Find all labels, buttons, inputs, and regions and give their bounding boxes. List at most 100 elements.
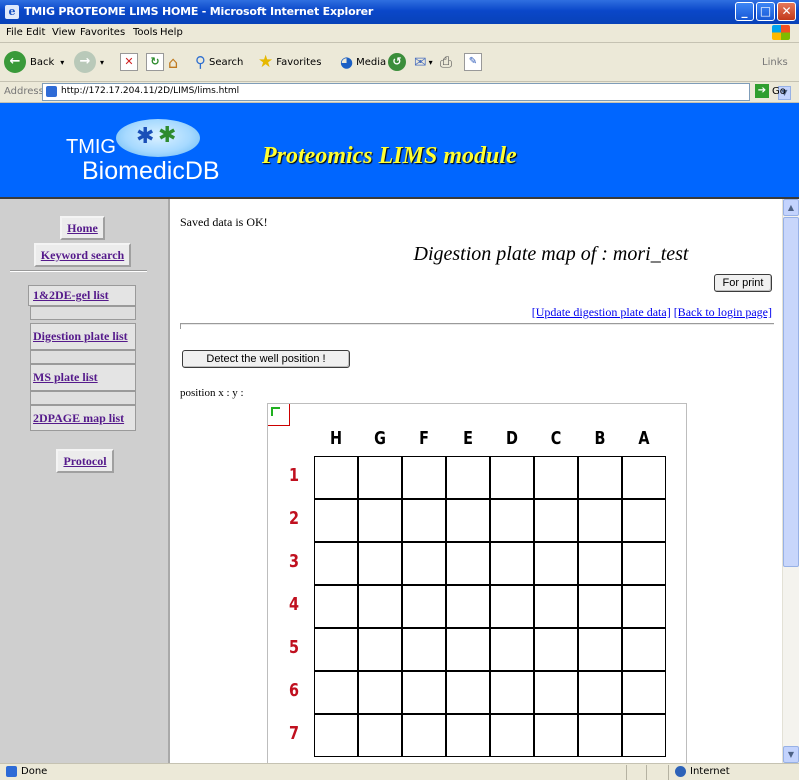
refresh-button[interactable]: ↻ [146, 51, 164, 73]
forward-button[interactable]: → ▾ [74, 51, 104, 73]
plate-well[interactable] [358, 499, 402, 542]
menu-view[interactable]: View [52, 27, 76, 38]
detect-well-position-button[interactable]: Detect the well position ! [182, 350, 350, 368]
menu-file[interactable]: File [6, 27, 23, 38]
nav-ms-plate-list[interactable]: MS plate list [30, 364, 136, 391]
plate-well[interactable] [578, 628, 622, 671]
edit-button[interactable]: ✎ [464, 51, 482, 73]
plate-well[interactable] [314, 499, 358, 542]
favorites-label: Favorites [276, 56, 322, 68]
plate-well[interactable] [446, 628, 490, 671]
plate-well[interactable] [622, 714, 666, 757]
nav-keyword-search-button[interactable]: Keyword search [34, 243, 131, 267]
plate-well[interactable] [622, 585, 666, 628]
mail-button[interactable]: ✉ ▾ [414, 51, 433, 73]
nav-digestion-plate-list[interactable]: Digestion plate list [30, 323, 136, 350]
menu-tools[interactable]: Tools [133, 27, 158, 38]
plate-well[interactable] [446, 714, 490, 757]
update-plate-data-link[interactable]: [Update digestion plate data] [532, 305, 671, 319]
plate-well[interactable] [358, 628, 402, 671]
plate-well[interactable] [490, 671, 534, 714]
plate-well[interactable] [578, 671, 622, 714]
scroll-down-button[interactable]: ▼ [783, 746, 799, 763]
plate-well[interactable] [402, 542, 446, 585]
plate-well[interactable] [402, 671, 446, 714]
plate-well[interactable] [490, 714, 534, 757]
plate-well[interactable] [314, 628, 358, 671]
plate-well[interactable] [622, 499, 666, 542]
plate-well[interactable] [358, 585, 402, 628]
media-button[interactable]: ◕ Media [340, 51, 386, 73]
minimize-button[interactable]: _ [735, 2, 754, 21]
go-button[interactable]: ➔ Go [755, 84, 786, 98]
plate-well[interactable] [534, 714, 578, 757]
plate-well[interactable] [402, 456, 446, 499]
stop-button[interactable]: ✕ [120, 51, 138, 73]
plate-well[interactable] [358, 542, 402, 585]
plate-well[interactable] [490, 499, 534, 542]
for-print-button[interactable]: For print [714, 274, 772, 292]
plate-well[interactable] [622, 628, 666, 671]
nav-home-button[interactable]: Home [60, 216, 105, 240]
close-button[interactable]: ✕ [777, 2, 796, 21]
plate-well[interactable] [578, 585, 622, 628]
plate-well[interactable] [446, 499, 490, 542]
plate-well[interactable] [314, 585, 358, 628]
status-divider [668, 765, 669, 780]
plate-well[interactable] [534, 628, 578, 671]
plate-well[interactable] [622, 671, 666, 714]
plate-well[interactable] [314, 542, 358, 585]
plate-well[interactable] [314, 671, 358, 714]
maximize-button[interactable]: □ [756, 2, 775, 21]
plate-column-header: D [506, 428, 518, 449]
links-button[interactable]: Links [762, 51, 788, 73]
plate-well[interactable] [490, 628, 534, 671]
plate-well[interactable] [402, 585, 446, 628]
address-input[interactable]: http://172.17.204.11/2D/LIMS/lims.html ▼ [42, 83, 791, 101]
plate-well[interactable] [446, 671, 490, 714]
horizontal-rule [180, 323, 774, 325]
nav-2dpage-map-list[interactable]: 2DPAGE map list [30, 405, 136, 431]
search-button[interactable]: ⚲ Search [195, 51, 243, 73]
plate-well[interactable] [358, 671, 402, 714]
plate-well[interactable] [490, 585, 534, 628]
globe-icon [675, 766, 686, 777]
menu-favorites[interactable]: Favorites [80, 27, 125, 38]
plate-well[interactable] [446, 542, 490, 585]
plate-well[interactable] [578, 499, 622, 542]
history-button[interactable]: ↺ [388, 51, 406, 73]
plate-well[interactable] [534, 585, 578, 628]
plate-well[interactable] [358, 714, 402, 757]
plate-well[interactable] [578, 456, 622, 499]
plate-well[interactable] [578, 542, 622, 585]
plate-well[interactable] [534, 456, 578, 499]
plate-well[interactable] [534, 671, 578, 714]
plate-well[interactable] [358, 456, 402, 499]
plate-well[interactable] [534, 542, 578, 585]
plate-well[interactable] [534, 499, 578, 542]
scroll-up-button[interactable]: ▲ [783, 199, 799, 216]
plate-well[interactable] [402, 499, 446, 542]
menu-help[interactable]: Help [160, 27, 183, 38]
plate-well[interactable] [490, 542, 534, 585]
plate-well[interactable] [446, 585, 490, 628]
nav-gel-list[interactable]: 1&2DE-gel list [28, 285, 136, 306]
plate-well[interactable] [622, 456, 666, 499]
plate-well[interactable] [402, 628, 446, 671]
plate-well[interactable] [578, 714, 622, 757]
nav-protocol-button[interactable]: Protocol [56, 449, 114, 473]
plate-well[interactable] [446, 456, 490, 499]
plate-well[interactable] [314, 456, 358, 499]
plate-well[interactable] [402, 714, 446, 757]
vertical-scrollbar[interactable]: ▲ ▼ [782, 199, 799, 763]
back-to-login-link[interactable]: [Back to login page] [674, 305, 772, 319]
plate-well[interactable] [622, 542, 666, 585]
back-button[interactable]: ← Back ▾ [4, 51, 64, 73]
favorites-button[interactable]: ★ Favorites [258, 51, 321, 73]
print-button[interactable]: ⎙ [440, 51, 452, 73]
menu-edit[interactable]: Edit [26, 27, 45, 38]
home-button[interactable]: ⌂ [168, 51, 178, 73]
scroll-thumb[interactable] [783, 217, 799, 567]
plate-well[interactable] [314, 714, 358, 757]
plate-well[interactable] [490, 456, 534, 499]
